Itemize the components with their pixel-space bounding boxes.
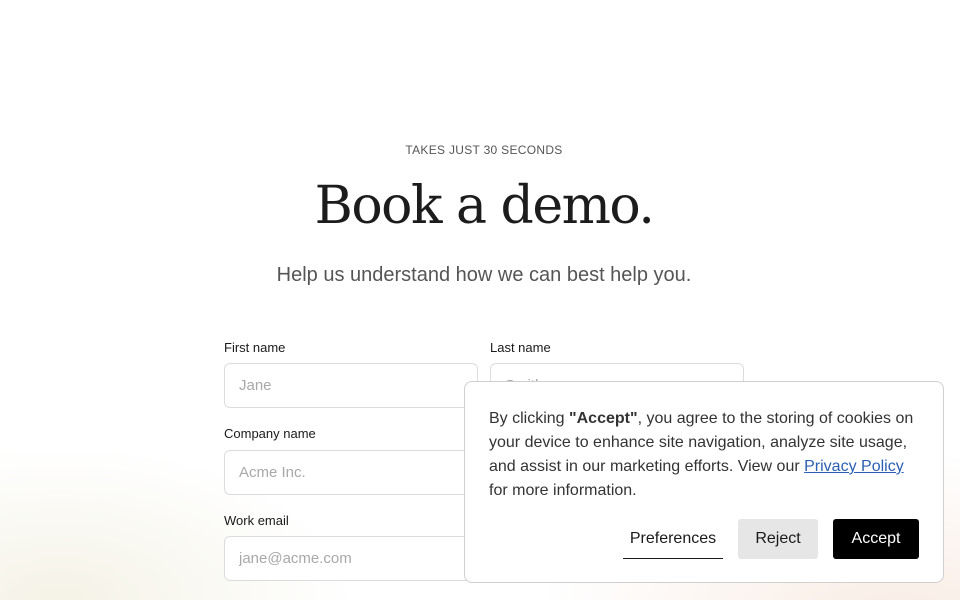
cookie-text-prefix: By clicking (489, 410, 570, 427)
page-title: Book a demo. (314, 176, 655, 236)
eyebrow-text: TAKES JUST 30 SECONDS (405, 143, 563, 157)
privacy-policy-link[interactable]: Privacy Policy (804, 458, 904, 475)
cookie-banner: By clicking "Accept", you agree to the s… (464, 381, 944, 583)
company-name-label: Company name (224, 426, 316, 441)
first-name-input[interactable] (224, 363, 478, 408)
work-email-input[interactable] (224, 536, 478, 581)
cookie-message: By clicking "Accept", you agree to the s… (489, 407, 919, 503)
preferences-button[interactable]: Preferences (623, 519, 723, 559)
last-name-label: Last name (490, 340, 551, 355)
first-name-label: First name (224, 340, 286, 355)
reject-button[interactable]: Reject (738, 519, 818, 559)
work-email-label: Work email (224, 513, 289, 528)
page-subtitle: Help us understand how we can best help … (276, 264, 692, 286)
company-name-input[interactable] (224, 450, 478, 495)
accept-button[interactable]: Accept (833, 519, 919, 559)
cookie-text-suffix: for more information. (489, 482, 637, 499)
cookie-text-accept-emphasis: "Accept" (569, 410, 638, 427)
